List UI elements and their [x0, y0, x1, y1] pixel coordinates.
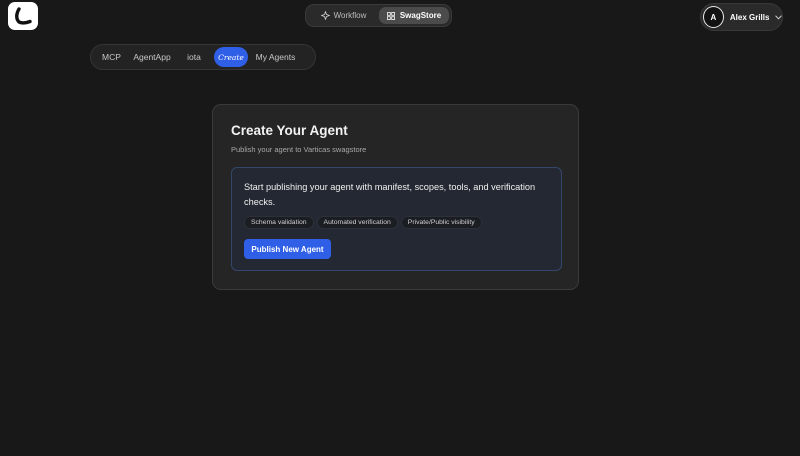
chip-automated-verification: Automated verification: [316, 216, 398, 229]
workflow-tab-label: Workflow: [333, 11, 367, 20]
sparkle-icon: [320, 11, 330, 20]
tab-iota[interactable]: iota: [178, 47, 210, 67]
chip-schema-validation: Schema validation: [244, 216, 314, 229]
user-name: Alex Grills: [729, 12, 770, 22]
tab-create[interactable]: Create: [214, 47, 248, 67]
page: Workflow SwagStore A Alex Grills MCP Age…: [0, 0, 800, 456]
chip-visibility: Private/Public visibility: [400, 216, 482, 229]
tab-agentapp[interactable]: AgentApp: [130, 47, 174, 67]
swagstore-tab-label: SwagStore: [399, 11, 442, 20]
app-logo-icon[interactable]: [8, 2, 38, 30]
view-switch: Workflow SwagStore: [305, 4, 452, 27]
publish-description: Start publishing your agent with manifes…: [244, 182, 536, 207]
avatar: A: [703, 6, 724, 28]
chevron-down-icon: [774, 13, 782, 21]
publish-new-agent-button[interactable]: Publish New Agent: [244, 239, 331, 259]
swagstore-tab[interactable]: SwagStore: [379, 7, 449, 24]
tab-my-agents[interactable]: My Agents: [250, 47, 301, 67]
user-menu[interactable]: A Alex Grills: [700, 3, 783, 31]
create-agent-card: Create Your Agent Publish your agent to …: [212, 104, 579, 290]
workflow-tab[interactable]: Workflow: [308, 7, 379, 24]
publish-panel: Start publishing your agent with manifes…: [231, 167, 562, 271]
feature-chips: Schema validation Automated verification…: [244, 216, 482, 229]
tab-mcp[interactable]: MCP: [95, 47, 128, 67]
page-subtitle: Publish your agent to Varticas swagstore: [231, 145, 367, 154]
grid-icon: [387, 11, 396, 20]
category-tabs: MCP AgentApp iota Create My Agents: [90, 44, 316, 70]
page-title: Create Your Agent: [231, 123, 348, 138]
